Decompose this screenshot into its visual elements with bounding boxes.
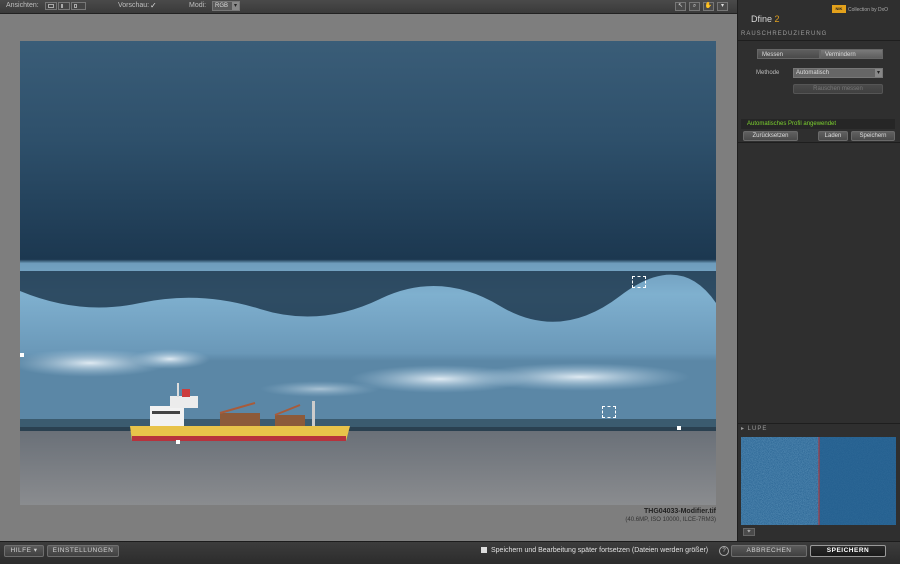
loupe-pick-icon[interactable]: ⌖ <box>743 528 755 536</box>
mode-select-value: RGB <box>215 3 229 9</box>
control-point-handle[interactable] <box>677 426 681 430</box>
app-version: 2 <box>774 14 780 24</box>
view-side-by-side-button[interactable] <box>71 2 86 10</box>
photo-image <box>20 41 716 505</box>
app-title: Dfine 2 <box>751 14 780 24</box>
cancel-button[interactable]: ABBRECHEN <box>731 545 807 557</box>
pointer-tool-button[interactable]: ↖ <box>675 2 686 11</box>
loupe-image <box>741 437 896 525</box>
noise-measure-marker[interactable] <box>632 276 646 288</box>
method-select-value: Automatisch <box>796 70 830 76</box>
mode-label: Modi: <box>189 2 207 9</box>
status-message: Automatisches Profil angewendet <box>741 119 895 129</box>
loupe-preview[interactable] <box>741 437 896 525</box>
image-metadata: (40.6MP, ISO 10000, ILCE-7RM3) <box>625 517 716 523</box>
section-header-noise-reduction: RAUSCHREDUZIERUNG <box>741 31 828 37</box>
divider <box>737 142 900 143</box>
measure-noise-button[interactable]: Rauschen messen <box>793 84 883 94</box>
control-point-handle[interactable] <box>176 440 180 444</box>
chevron-down-icon: ▾ <box>875 69 882 77</box>
mode-select[interactable]: RGB ▾ <box>212 1 240 11</box>
save-button[interactable]: SPEICHERN <box>810 545 886 557</box>
method-label: Methode <box>756 70 780 76</box>
top-toolbar: Ansichten: Vorschau: ✓ Modi: RGB ▾ ↖ ⌕ ✋… <box>0 0 737 14</box>
noise-measure-marker[interactable] <box>602 406 616 418</box>
control-point-handle[interactable] <box>20 353 24 357</box>
help-icon[interactable]: ? <box>719 546 729 556</box>
save-later-label: Speichern und Bearbeitung später fortset… <box>491 547 709 554</box>
divider <box>737 40 900 41</box>
section-header-loupe[interactable]: ▸ LUPE <box>741 425 767 432</box>
divider <box>737 423 900 424</box>
save-later-checkbox[interactable] <box>481 547 487 553</box>
photo-preview[interactable] <box>20 41 716 505</box>
brand-logo: NIK <box>832 5 846 13</box>
image-filename: THG04033-Modifier.tif <box>644 508 716 515</box>
settings-button[interactable]: EINSTELLUNGEN <box>47 545 119 557</box>
hand-tool-button[interactable]: ✋ <box>703 2 714 11</box>
save-preset-button[interactable]: Speichern <box>851 131 895 141</box>
brand-text: Collection by DxO <box>848 7 889 13</box>
save-later-option[interactable]: Speichern und Bearbeitung später fortset… <box>481 547 708 554</box>
preview-checkbox[interactable]: ✓ <box>150 2 158 10</box>
help-menu-button[interactable]: HILFE ▾ <box>4 545 44 557</box>
app-name: Dfine <box>751 14 773 24</box>
load-button[interactable]: Laden <box>818 131 848 141</box>
views-label: Ansichten: <box>6 2 39 9</box>
tab-reduce[interactable]: Vermindern <box>820 49 883 59</box>
chevron-down-icon: ▾ <box>232 2 239 10</box>
tab-measure[interactable]: Messen <box>757 49 820 59</box>
view-split-button[interactable] <box>58 2 70 10</box>
preview-label: Vorschau: <box>118 2 150 9</box>
method-select[interactable]: Automatisch ▾ <box>793 68 883 78</box>
view-single-button[interactable] <box>45 2 57 10</box>
tool-menu-button[interactable]: ▾ <box>717 2 728 11</box>
zoom-tool-button[interactable]: ⌕ <box>689 2 700 11</box>
reset-button[interactable]: Zurücksetzen <box>743 131 798 141</box>
